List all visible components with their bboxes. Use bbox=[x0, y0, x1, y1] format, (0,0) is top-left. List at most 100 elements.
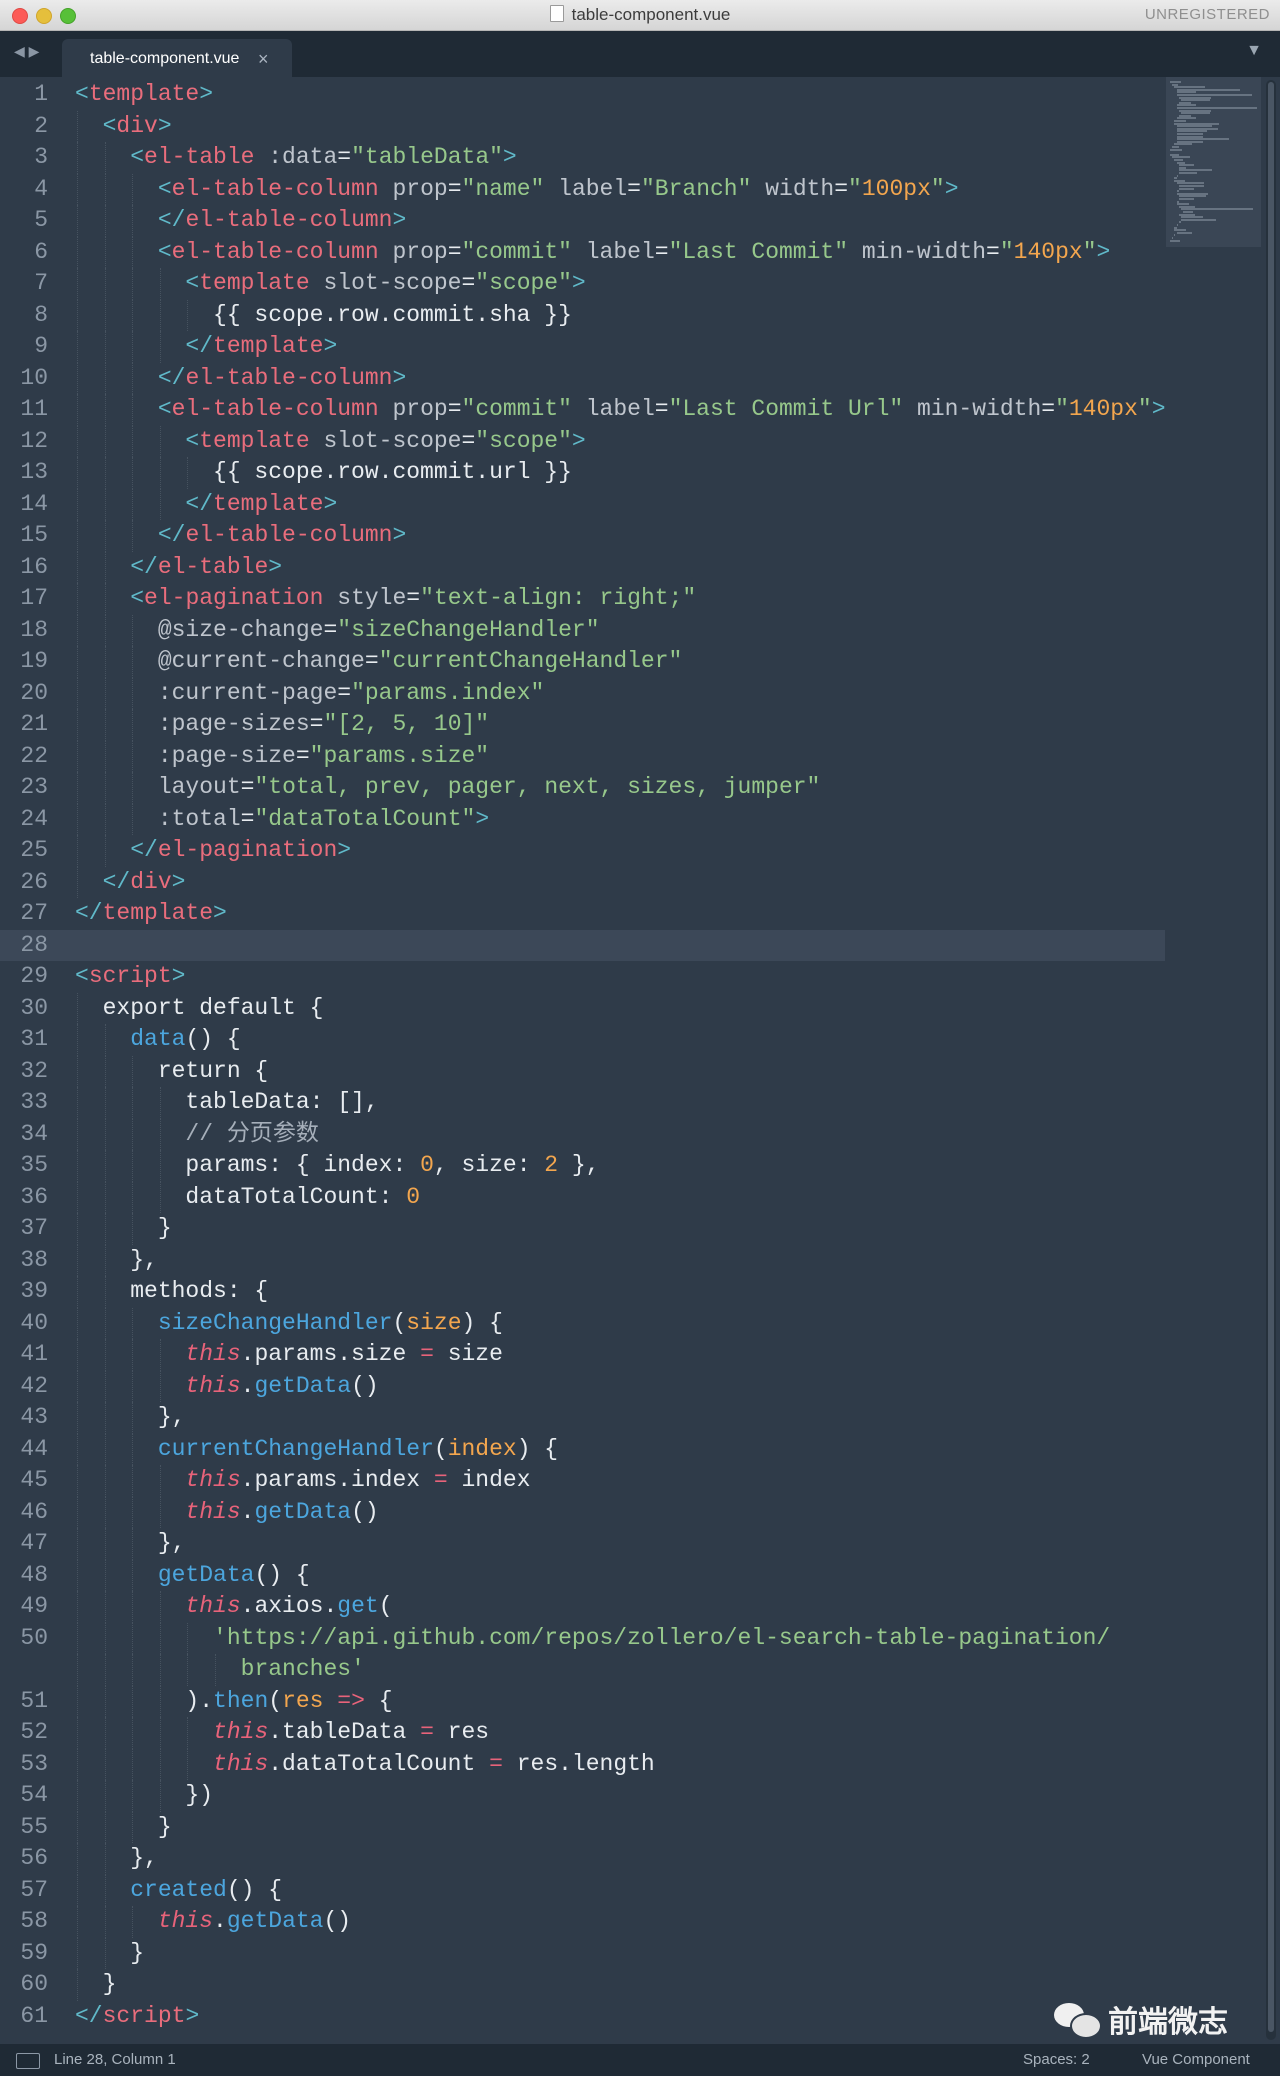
line-number[interactable]: 44 bbox=[0, 1434, 48, 1466]
code-line[interactable]: 6 <el-table-column prop="commit" label="… bbox=[0, 236, 1165, 269]
code-line[interactable]: 12 <template slot-scope="scope"> bbox=[0, 425, 1165, 457]
code-line[interactable]: 58 this.getData() bbox=[0, 1906, 1165, 1938]
line-number[interactable]: 58 bbox=[0, 1906, 48, 1938]
line-number[interactable]: 52 bbox=[0, 1717, 48, 1749]
code-line[interactable]: 51 ).then(res => { bbox=[0, 1685, 1165, 1718]
line-number[interactable]: 35 bbox=[0, 1150, 48, 1182]
line-number[interactable]: 57 bbox=[0, 1875, 48, 1907]
code-text[interactable]: </el-table-column> bbox=[75, 520, 406, 552]
line-number[interactable]: 32 bbox=[0, 1056, 48, 1088]
code-line[interactable]: 16 </el-table> bbox=[0, 551, 1165, 584]
code-line[interactable]: 44 currentChangeHandler(index) { bbox=[0, 1433, 1165, 1466]
line-number[interactable]: 45 bbox=[0, 1465, 48, 1497]
code-line[interactable]: 50 'https://api.github.com/repos/zollero… bbox=[0, 1622, 1165, 1654]
panel-toggle-icon[interactable] bbox=[16, 2053, 40, 2069]
code-line[interactable]: 29 <script> bbox=[0, 961, 1165, 993]
code-line[interactable]: 25 </el-pagination> bbox=[0, 835, 1165, 867]
code-text[interactable]: <script> bbox=[75, 961, 185, 993]
code-line[interactable]: 4 <el-table-column prop="name" label="Br… bbox=[0, 173, 1165, 206]
line-number[interactable]: 61 bbox=[0, 2001, 48, 2033]
code-text[interactable]: <div> bbox=[75, 111, 172, 143]
line-number[interactable]: 11 bbox=[0, 394, 48, 426]
code-line[interactable]: 17 <el-pagination style="text-align: rig… bbox=[0, 583, 1165, 615]
code-text[interactable]: :total="dataTotalCount"> bbox=[75, 804, 489, 836]
code-line[interactable]: 53 this.dataTotalCount = res.length bbox=[0, 1748, 1165, 1781]
code-line[interactable]: 1 <template> bbox=[0, 79, 1165, 111]
code-text[interactable]: <el-table-column prop="commit" label="La… bbox=[75, 237, 1110, 269]
line-number[interactable]: 7 bbox=[0, 268, 48, 300]
code-text[interactable]: layout="total, prev, pager, next, sizes,… bbox=[75, 772, 821, 804]
code-line[interactable]: 56 }, bbox=[0, 1843, 1165, 1875]
scrollbar-thumb[interactable] bbox=[1268, 82, 1274, 2032]
line-number[interactable]: 29 bbox=[0, 961, 48, 993]
code-text[interactable]: </el-pagination> bbox=[75, 835, 351, 867]
line-number[interactable]: 3 bbox=[0, 142, 48, 174]
code-text[interactable]: @current-change="currentChangeHandler" bbox=[75, 646, 683, 678]
code-text[interactable]: export default { bbox=[75, 993, 324, 1025]
code-text[interactable]: :page-sizes="[2, 5, 10]" bbox=[75, 709, 489, 741]
code-text[interactable]: <el-table-column prop="name" label="Bran… bbox=[75, 174, 959, 206]
line-number[interactable]: 34 bbox=[0, 1119, 48, 1151]
code-line[interactable]: 47 }, bbox=[0, 1528, 1165, 1560]
code-text[interactable]: tableData: [], bbox=[75, 1087, 378, 1119]
code-text[interactable]: this.params.size = size bbox=[75, 1339, 502, 1371]
code-line[interactable]: 5 </el-table-column> bbox=[0, 205, 1165, 237]
line-number[interactable]: 55 bbox=[0, 1812, 48, 1844]
tab-close-icon[interactable]: × bbox=[258, 39, 269, 79]
code-editor[interactable]: 1 <template> 2 <div> 3 <el-table :data="tab… bbox=[0, 77, 1166, 2041]
code-text[interactable]: } bbox=[75, 1969, 117, 2001]
code-line[interactable]: 54 }) bbox=[0, 1780, 1165, 1812]
code-text[interactable]: this.getData() bbox=[75, 1371, 378, 1403]
code-line[interactable]: 23 layout="total, prev, pager, next, siz… bbox=[0, 772, 1165, 804]
indentation-setting[interactable]: Spaces: 2 bbox=[1023, 2044, 1090, 2076]
code-line[interactable]: 43 }, bbox=[0, 1402, 1165, 1434]
line-number[interactable]: 51 bbox=[0, 1686, 48, 1718]
code-line[interactable]: 33 tableData: [], bbox=[0, 1087, 1165, 1119]
code-line[interactable]: 28 bbox=[0, 929, 1165, 962]
line-number[interactable]: 42 bbox=[0, 1371, 48, 1403]
code-text[interactable]: dataTotalCount: 0 bbox=[75, 1182, 420, 1214]
code-text[interactable]: params: { index: 0, size: 2 }, bbox=[75, 1150, 599, 1182]
code-line[interactable]: 57 created() { bbox=[0, 1874, 1165, 1907]
code-text[interactable]: </template> bbox=[75, 489, 337, 521]
line-number[interactable]: 30 bbox=[0, 993, 48, 1025]
code-text[interactable]: }, bbox=[75, 1245, 158, 1277]
code-line[interactable]: 24 :total="dataTotalCount"> bbox=[0, 803, 1165, 836]
line-number[interactable]: 33 bbox=[0, 1087, 48, 1119]
code-line[interactable]: 11 <el-table-column prop="commit" label=… bbox=[0, 394, 1166, 426]
code-text[interactable]: methods: { bbox=[75, 1276, 268, 1308]
code-line[interactable]: 10 </el-table-column> bbox=[0, 362, 1165, 394]
code-text[interactable]: :current-page="params.index" bbox=[75, 678, 544, 710]
line-number[interactable]: 47 bbox=[0, 1528, 48, 1560]
code-text[interactable]: }, bbox=[75, 1402, 186, 1434]
code-text[interactable]: }) bbox=[75, 1780, 213, 1812]
line-number[interactable]: 38 bbox=[0, 1245, 48, 1277]
line-number[interactable]: 14 bbox=[0, 489, 48, 521]
code-text[interactable]: sizeChangeHandler(size) { bbox=[75, 1308, 503, 1340]
code-text[interactable]: </script> bbox=[75, 2001, 199, 2033]
line-number[interactable]: 48 bbox=[0, 1560, 48, 1592]
code-text[interactable]: </el-table> bbox=[75, 552, 282, 584]
code-text[interactable]: created() { bbox=[75, 1875, 282, 1907]
line-number[interactable]: 59 bbox=[0, 1938, 48, 1970]
line-number[interactable]: 54 bbox=[0, 1780, 48, 1812]
code-text[interactable]: @size-change="sizeChangeHandler" bbox=[75, 615, 600, 647]
line-number[interactable]: 39 bbox=[0, 1276, 48, 1308]
code-line[interactable]: 52 this.tableData = res bbox=[0, 1717, 1165, 1749]
code-line[interactable]: 55 } bbox=[0, 1811, 1165, 1844]
line-number[interactable]: 28 bbox=[0, 930, 48, 962]
line-number[interactable]: 43 bbox=[0, 1402, 48, 1434]
line-number[interactable]: 25 bbox=[0, 835, 48, 867]
code-text[interactable]: }, bbox=[75, 1528, 186, 1560]
code-text[interactable]: </div> bbox=[75, 867, 186, 899]
code-line[interactable]: branches' bbox=[0, 1654, 1165, 1686]
code-text[interactable]: <template slot-scope="scope"> bbox=[75, 268, 585, 300]
line-number[interactable]: 20 bbox=[0, 678, 48, 710]
code-line[interactable]: 39 methods: { bbox=[0, 1276, 1165, 1308]
line-number[interactable]: 24 bbox=[0, 804, 48, 836]
line-number[interactable]: 49 bbox=[0, 1591, 48, 1623]
code-line[interactable]: 59 } bbox=[0, 1937, 1165, 1970]
code-line[interactable]: 36 dataTotalCount: 0 bbox=[0, 1181, 1165, 1214]
line-number[interactable]: 53 bbox=[0, 1749, 48, 1781]
code-text[interactable]: </template> bbox=[75, 331, 337, 363]
